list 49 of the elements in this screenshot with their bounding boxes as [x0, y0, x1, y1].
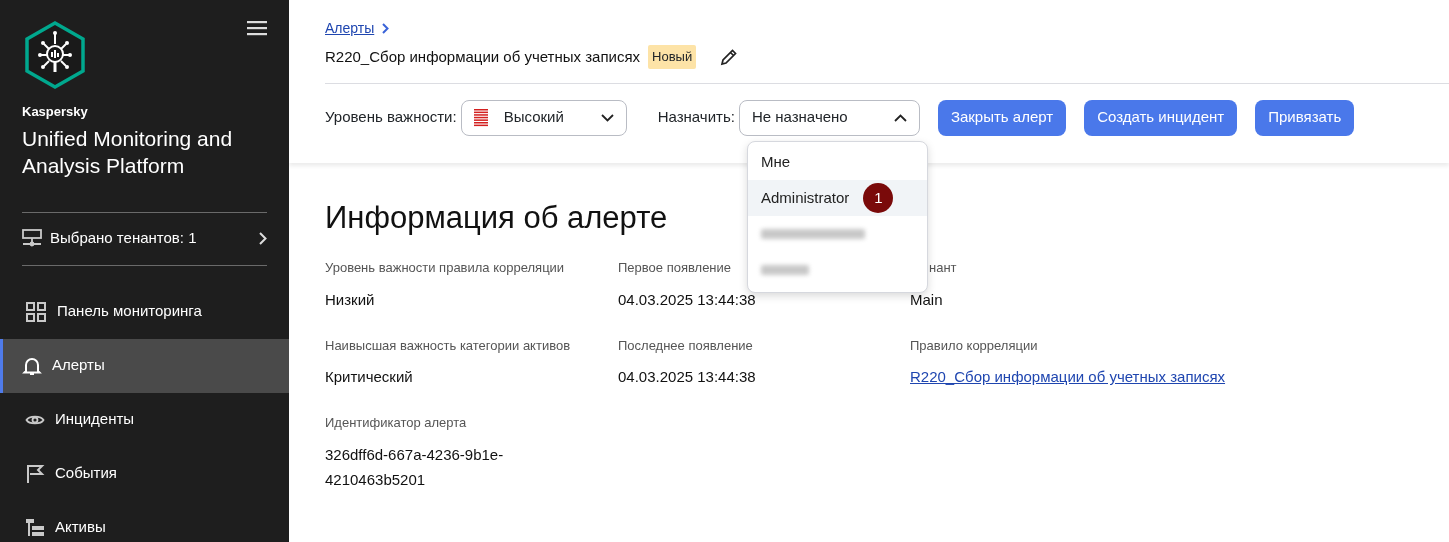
action-button[interactable]: Создать инцидент: [1084, 99, 1238, 136]
field-label: Уровень важности правила корреляции: [325, 259, 565, 278]
severity-select[interactable]: Высокий: [460, 99, 627, 136]
breadcrumb-link[interactable]: Алерты: [325, 18, 375, 39]
field-label: Идентификатор алерта: [325, 414, 467, 433]
field-label: Последнее появление: [618, 336, 753, 355]
field-label: Правило корреляции: [910, 336, 1038, 355]
dashboard-icon: [25, 300, 47, 323]
field-label: Уровень важности:: [325, 107, 457, 128]
sidebar-item[interactable]: Активы: [0, 500, 289, 542]
menu-button[interactable]: [247, 20, 267, 36]
logo-icon: [22, 20, 88, 90]
hierarchy-icon: [25, 517, 45, 538]
field-value: Низкий: [325, 289, 376, 310]
assignee-select[interactable]: Не назначено: [738, 99, 920, 136]
field-label: Первое появление: [618, 259, 732, 278]
field-label: Наивысшая важность категории активов: [325, 336, 571, 355]
product-name: Unified Monitoring and Analysis Platform: [21, 125, 234, 179]
chevron-up-icon: [893, 113, 907, 122]
alert-title: R220_Сбор информации об учетных записях: [325, 46, 641, 67]
severity-icon: [473, 108, 488, 127]
chevron-right-icon: [382, 23, 390, 34]
action-button[interactable]: Закрыть алерт: [937, 99, 1067, 136]
field-label: Назначить:: [657, 107, 735, 128]
step-marker: 1: [863, 183, 894, 213]
field-value: 326dff6d-667a-4236-9b1e-4210463b5201: [325, 444, 505, 490]
tenant-selector[interactable]: Выбрано тенантов: 1: [0, 212, 289, 265]
menu-item[interactable]: Administrator 1: [748, 180, 927, 216]
field-value: 04.03.2025 13:44:38: [618, 289, 757, 310]
field-value: Main: [910, 289, 944, 310]
brand-name: Kaspersky: [21, 103, 89, 121]
chevron-right-icon: [259, 232, 267, 245]
flag-icon: [25, 463, 45, 484]
bell-icon: [22, 355, 42, 376]
tenant-icon: [22, 228, 42, 249]
rule-link[interactable]: R220_Сбор информации об учетных записях: [910, 368, 1226, 386]
edit-button[interactable]: [720, 47, 739, 66]
field-value: 04.03.2025 13:44:38: [618, 367, 757, 388]
sidebar-item[interactable]: Инциденты: [0, 392, 289, 447]
field-value: Критический: [325, 367, 414, 388]
section-heading: Информация об алерте: [325, 199, 668, 237]
status-badge: Новый: [648, 45, 697, 69]
chevron-down-icon: [600, 113, 614, 122]
sidebar-item[interactable]: Алерты: [0, 338, 289, 393]
menu-item[interactable]: Мне: [748, 144, 927, 180]
action-button[interactable]: Привязать: [1255, 99, 1355, 136]
sidebar-item[interactable]: События: [0, 446, 289, 501]
sidebar-item[interactable]: Панель мониторинга: [0, 284, 289, 339]
field-label: нант: [928, 259, 957, 278]
